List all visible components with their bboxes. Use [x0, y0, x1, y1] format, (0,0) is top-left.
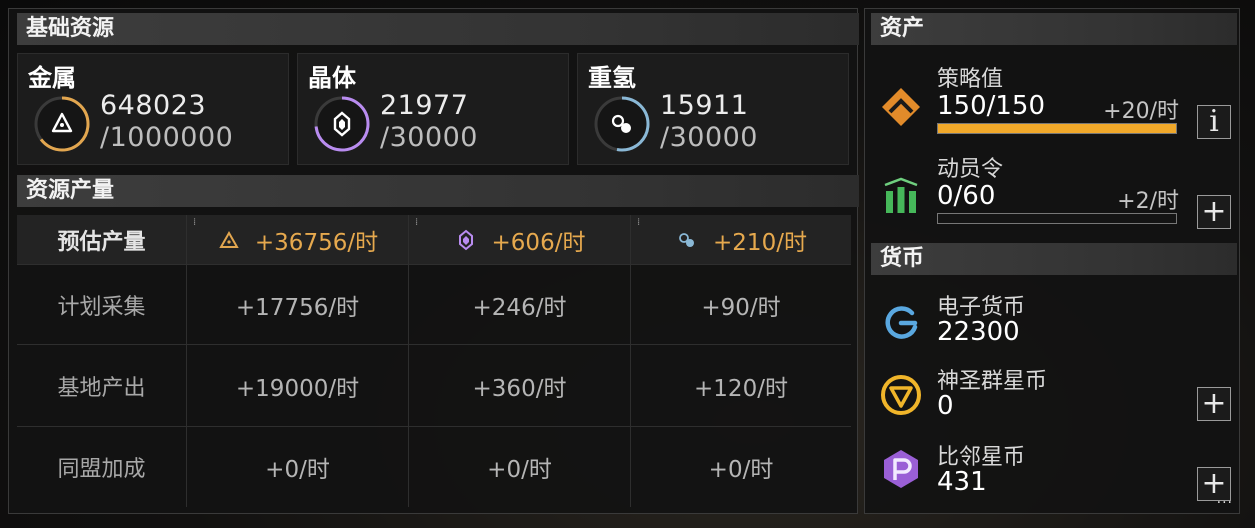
e-currency-icon [885, 306, 918, 339]
estimate-deuterium: +210/时 [713, 229, 807, 256]
mobilize-name: 动员令 [937, 157, 1004, 182]
mobilize-value: 0/60 [937, 181, 996, 211]
deuterium-name: 重氢 [588, 64, 636, 92]
currency-title: 货币 [871, 243, 1237, 275]
strategy-row: 策略值 150/150 +20/时 i [865, 59, 1239, 143]
plan-crystal: +246/时 [409, 265, 631, 344]
metal-mini-icon [219, 230, 239, 248]
alliance-crystal: +0/时 [409, 427, 631, 507]
metal-card[interactable]: 金属 648023 /1000000 [17, 53, 289, 165]
drag-handle-icon[interactable]: ⁞ [637, 218, 640, 228]
holy-star-coin-icon [881, 375, 921, 415]
production-table: 预估产量 ⁞ +36756/时 ⁞ +606/时 ⁞ +210/时 计划采集 +… [17, 215, 851, 507]
currency-value: 431 [937, 467, 987, 497]
basic-resources-title: 基础资源 [17, 13, 859, 45]
strategy-rate: +20/时 [1103, 99, 1179, 124]
estimate-metal: +36756/时 [254, 229, 379, 256]
drag-handle-icon[interactable]: ⁞ [193, 218, 196, 228]
metal-triangle-icon [34, 96, 90, 152]
deuterium-mini-icon [679, 232, 695, 247]
e-currency-row: 电子货币 22300 [865, 287, 1239, 357]
strategy-chevron-icon [882, 88, 920, 126]
crystal-current: 21977 [380, 90, 469, 121]
row-label: 基地产出 [17, 345, 187, 426]
metal-current: 648023 [100, 90, 207, 121]
table-row: 预估产量 ⁞ +36756/时 ⁞ +606/时 ⁞ +210/时 [17, 215, 851, 265]
resource-panel: 基础资源 金属 648023 /1000000 晶体 21977 /30000 … [8, 8, 859, 514]
row-label: 同盟加成 [17, 427, 187, 507]
table-row: 基地产出 +19000/时 +360/时 +120/时 [17, 345, 851, 427]
table-row: 同盟加成 +0/时 +0/时 +0/时 [17, 427, 851, 507]
mobilize-progress-bar [937, 213, 1177, 224]
strategy-info-button[interactable]: i [1197, 105, 1231, 139]
currency-value: 0 [937, 391, 954, 421]
mobilize-row: 动员令 0/60 +2/时 + [865, 149, 1239, 233]
assets-title: 资产 [871, 13, 1237, 45]
deuterium-dots-icon [594, 96, 650, 152]
mobilize-add-button[interactable]: + [1197, 195, 1231, 229]
strategy-progress-bar [937, 123, 1177, 134]
crystal-card[interactable]: 晶体 21977 /30000 [297, 53, 569, 165]
estimate-metal-cell: ⁞ +36756/时 [187, 215, 409, 264]
strategy-name: 策略值 [937, 67, 1004, 92]
mobilize-rate: +2/时 [1117, 189, 1179, 214]
holy-star-coin-row: 神圣群星币 0 + [865, 361, 1239, 433]
mobilize-bars-icon [884, 177, 918, 213]
base-metal: +19000/时 [187, 345, 409, 426]
row-label: 预估产量 [17, 215, 187, 264]
base-deuterium: +120/时 [694, 375, 788, 402]
crystal-hexagon-icon [314, 96, 370, 152]
estimate-deuterium-cell: ⁞ +210/时 [631, 215, 851, 264]
crystal-name: 晶体 [308, 64, 356, 92]
row-label: 计划采集 [17, 265, 187, 344]
alliance-deuterium: +0/时 [708, 457, 774, 483]
metal-max: /1000000 [100, 122, 234, 153]
holy-star-coin-add-button[interactable]: + [1197, 387, 1231, 421]
drag-handle-icon[interactable]: ⁞ [415, 218, 418, 228]
proxima-coin-icon [884, 450, 918, 488]
plan-deuterium: +90/时 [701, 294, 781, 321]
deuterium-max: /30000 [660, 122, 758, 153]
crystal-max: /30000 [380, 122, 478, 153]
base-crystal: +360/时 [409, 345, 631, 426]
metal-name: 金属 [28, 64, 76, 92]
assets-panel: 资产 策略值 150/150 +20/时 i 动员令 0/60 +2/时 + 货… [864, 8, 1240, 514]
alliance-metal: +0/时 [187, 427, 409, 507]
deuterium-card[interactable]: 重氢 15911 /30000 [577, 53, 849, 165]
strategy-value: 150/150 [937, 91, 1046, 121]
plan-metal: +17756/时 [187, 265, 409, 344]
more-icon[interactable]: ··· [1217, 495, 1233, 511]
strategy-progress-fill [938, 124, 1176, 133]
estimate-crystal: +606/时 [491, 229, 586, 256]
deuterium-current: 15911 [660, 90, 749, 121]
currency-value: 22300 [937, 317, 1020, 347]
estimate-crystal-cell: ⁞ +606/时 [409, 215, 631, 264]
proxima-coin-row: 比邻星币 431 + [865, 437, 1239, 509]
production-title: 资源产量 [17, 175, 859, 207]
crystal-mini-icon [458, 229, 473, 250]
table-row: 计划采集 +17756/时 +246/时 +90/时 [17, 265, 851, 345]
